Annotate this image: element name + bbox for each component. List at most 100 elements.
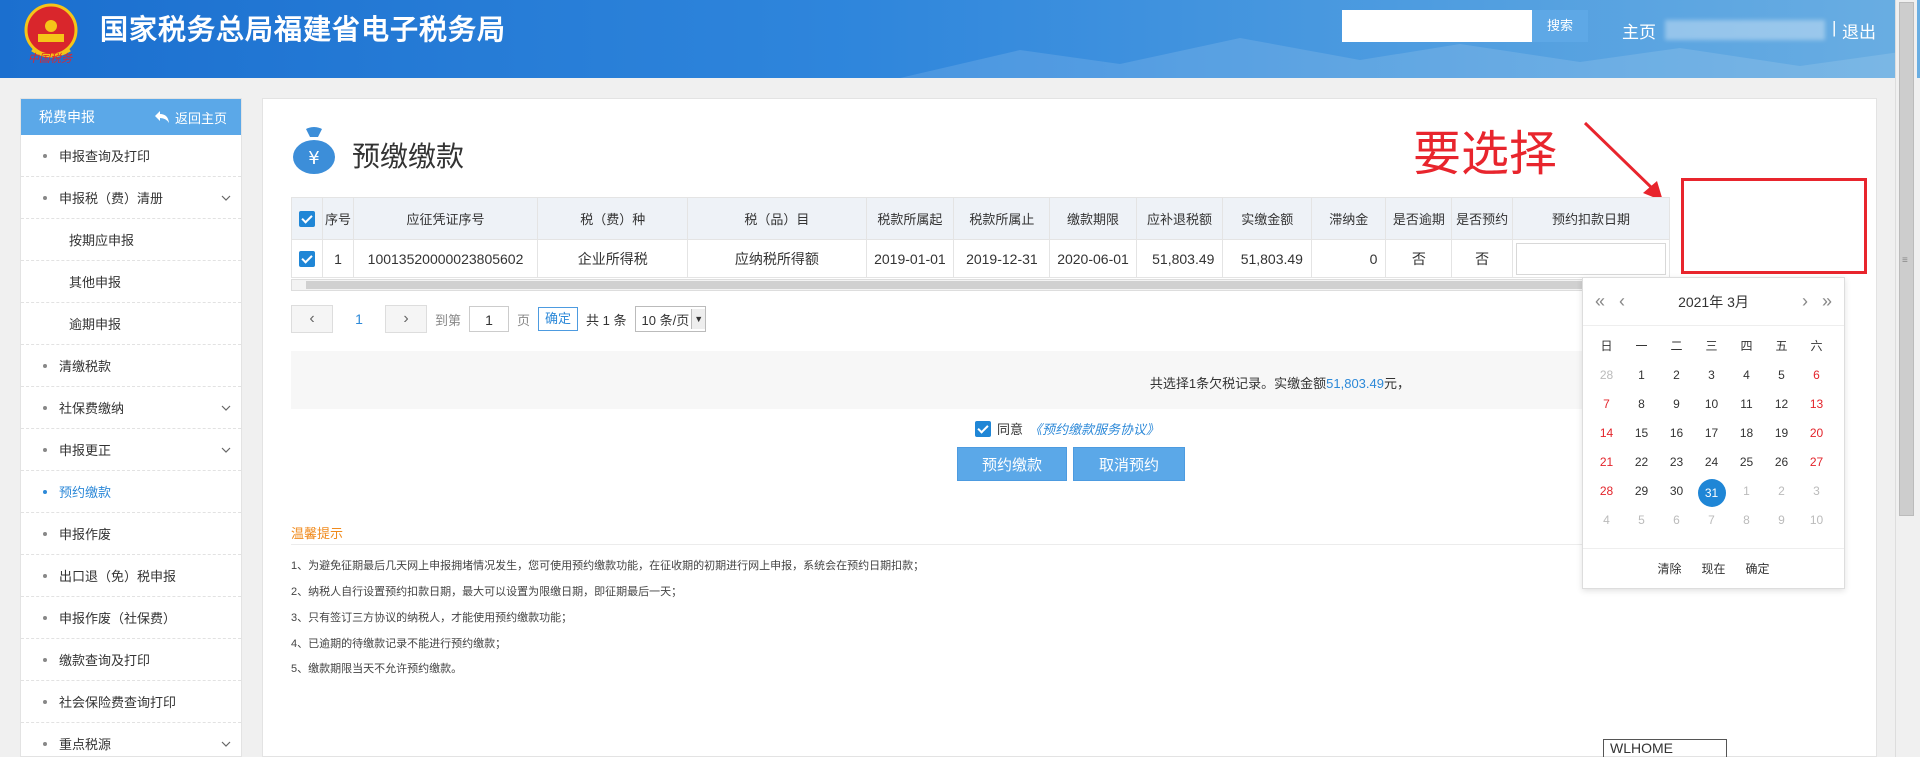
back-home-link[interactable]: 返回主页 — [154, 108, 227, 127]
calendar-day[interactable]: 21 — [1589, 450, 1624, 475]
annotation-text: 要选择 — [1413, 128, 1558, 181]
cancel-reserve-button[interactable]: 取消预约 — [1073, 447, 1185, 481]
calendar-day[interactable]: 13 — [1799, 392, 1834, 417]
prev-page-button[interactable]: ‹ — [291, 305, 333, 333]
calendar-day[interactable]: 23 — [1659, 450, 1694, 475]
select-all-checkbox[interactable] — [299, 210, 316, 227]
sidebar-item-payment-query[interactable]: 缴款查询及打印 — [21, 639, 241, 681]
summary-prefix: 共选择1条欠税记录。实缴金额 — [1149, 376, 1327, 391]
calendar-day[interactable]: 12 — [1764, 392, 1799, 417]
calendar-day[interactable]: 5 — [1764, 363, 1799, 388]
weekday-label: 二 — [1670, 339, 1683, 353]
reserve-payment-button[interactable]: 预约缴款 — [957, 447, 1067, 481]
goto-page-input[interactable]: 1 — [469, 306, 510, 332]
calendar-day[interactable]: 6 — [1659, 508, 1694, 533]
calendar-day[interactable]: 4 — [1589, 508, 1624, 533]
sidebar-item-reserve-payment[interactable]: 预约缴款 — [21, 471, 241, 513]
calendar-day[interactable]: 3 — [1694, 363, 1729, 388]
calendar-day[interactable]: 2 — [1764, 479, 1799, 504]
now-date-button[interactable]: 现在 — [1701, 560, 1725, 577]
cell-tax-item: 应纳税所得额 — [687, 239, 867, 278]
calendar-day[interactable]: 7 — [1589, 392, 1624, 417]
calendar-day[interactable]: 5 — [1624, 508, 1659, 533]
col-header: 缴款期限 — [1049, 197, 1137, 240]
calendar-day[interactable]: 18 — [1729, 421, 1764, 446]
clear-date-button[interactable]: 清除 — [1657, 560, 1681, 577]
calendar-day-selected[interactable]: 31 — [1694, 479, 1729, 507]
goto-confirm-button[interactable]: 确定 — [538, 307, 579, 331]
calendar-day[interactable]: 22 — [1624, 450, 1659, 475]
sidebar-item-export-refund[interactable]: 出口退（免）税申报 — [21, 555, 241, 597]
next-page-button[interactable]: › — [385, 305, 427, 333]
calendar-day[interactable]: 17 — [1694, 421, 1729, 446]
calendar-day[interactable]: 14 — [1589, 421, 1624, 446]
calendar-day[interactable]: 26 — [1764, 450, 1799, 475]
next-month-icon[interactable]: › — [1802, 291, 1808, 312]
col-header: 滞纳金 — [1310, 197, 1387, 240]
sidebar-item-declaration-list[interactable]: 申报税（费）清册 — [21, 177, 241, 219]
calendar-day[interactable]: 11 — [1729, 392, 1764, 417]
row-checkbox-cell[interactable] — [290, 239, 324, 278]
calendar-day[interactable]: 2 — [1659, 363, 1694, 388]
prev-month-icon[interactable]: ‹ — [1619, 291, 1625, 312]
calendar-day[interactable]: 9 — [1659, 392, 1694, 417]
sidebar-item-periodic[interactable]: 按期应申报 — [21, 219, 241, 261]
calendar-day[interactable]: 8 — [1624, 392, 1659, 417]
calendar-day[interactable]: 3 — [1799, 479, 1834, 504]
agree-checkbox[interactable] — [975, 420, 991, 437]
sidebar-item-settle-tax[interactable]: 清缴税款 — [21, 345, 241, 387]
row-checkbox[interactable] — [299, 251, 316, 268]
sidebar-item-other[interactable]: 其他申报 — [21, 261, 241, 303]
tips-divider — [291, 544, 1670, 545]
sidebar-item-overdue[interactable]: 逾期申报 — [21, 303, 241, 345]
year-label[interactable]: 2021年 — [1678, 294, 1723, 310]
sidebar-item-void-social[interactable]: 申报作废（社保费） — [21, 597, 241, 639]
nav-home-link[interactable]: 主页 — [1622, 18, 1656, 43]
calendar-day[interactable]: 29 — [1624, 479, 1659, 504]
calendar-day[interactable]: 10 — [1694, 392, 1729, 417]
scrollbar-thumb[interactable] — [306, 281, 1606, 289]
per-page-select[interactable]: 10 条/页 ▼ — [634, 306, 707, 332]
calendar-day[interactable]: 28 — [1589, 363, 1624, 388]
window-vertical-scrollbar[interactable]: ≡ — [1895, 0, 1917, 757]
calendar-day[interactable]: 24 — [1694, 450, 1729, 475]
logout-link[interactable]: 退出 — [1842, 18, 1876, 43]
month-label[interactable]: 3月 — [1727, 294, 1749, 310]
agreement-link[interactable]: 《预约缴款服务协议》 — [1029, 419, 1159, 438]
top-header: 中国税务 国家税务总局福建省电子税务局 搜索 主页 | 退出 — [0, 0, 1920, 78]
sidebar-item-social-security[interactable]: 社保费缴纳 — [21, 387, 241, 429]
sidebar-item-social-query[interactable]: 社会保险费查询打印 — [21, 681, 241, 723]
calendar-day[interactable]: 28 — [1589, 479, 1624, 504]
select-all-cell[interactable] — [290, 197, 324, 240]
summary-amount: 51,803.49 — [1326, 376, 1384, 391]
next-year-icon[interactable]: » — [1822, 291, 1832, 312]
calendar-day[interactable]: 1 — [1624, 363, 1659, 388]
sidebar-item-key-tax-source[interactable]: 重点税源 — [21, 723, 241, 757]
current-page-number[interactable]: 1 — [341, 311, 377, 327]
calendar-day[interactable]: 6 — [1799, 363, 1834, 388]
search-input[interactable] — [1342, 10, 1532, 42]
search-button[interactable]: 搜索 — [1532, 10, 1588, 42]
calendar-day[interactable]: 10 — [1799, 508, 1834, 533]
reserve-date-input[interactable] — [1516, 242, 1667, 275]
calendar-day[interactable]: 20 — [1799, 421, 1834, 446]
confirm-date-button[interactable]: 确定 — [1746, 560, 1770, 577]
calendar-day[interactable]: 16 — [1659, 421, 1694, 446]
calendar-day[interactable]: 30 — [1659, 479, 1694, 504]
prev-year-icon[interactable]: « — [1595, 291, 1605, 312]
calendar-day[interactable]: 4 — [1729, 363, 1764, 388]
calendar-day[interactable]: 8 — [1729, 508, 1764, 533]
table-horizontal-scrollbar[interactable] — [291, 279, 1611, 291]
calendar-day[interactable]: 27 — [1799, 450, 1834, 475]
calendar-day[interactable]: 19 — [1764, 421, 1799, 446]
col-header: 是否逾期 — [1385, 197, 1453, 240]
calendar-day[interactable]: 9 — [1764, 508, 1799, 533]
calendar-day[interactable]: 25 — [1729, 450, 1764, 475]
calendar-day[interactable]: 1 — [1729, 479, 1764, 504]
sidebar-item-label: 申报查询及打印 — [59, 149, 151, 164]
calendar-day[interactable]: 15 — [1624, 421, 1659, 446]
calendar-day[interactable]: 7 — [1694, 508, 1729, 533]
sidebar-item-declaration-query[interactable]: 申报查询及打印 — [21, 135, 241, 177]
sidebar-item-void[interactable]: 申报作废 — [21, 513, 241, 555]
sidebar-item-correction[interactable]: 申报更正 — [21, 429, 241, 471]
